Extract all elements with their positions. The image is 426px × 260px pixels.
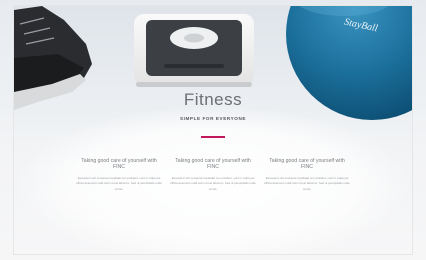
feature-heading: Taking good care of yourself with FINC <box>269 158 345 171</box>
feature-heading: Taking good care of yourself with FINC <box>81 158 157 171</box>
feature-text: Excepteur sint occaecat cupidatat non pr… <box>264 175 350 191</box>
feature-text: Excepteur sint occaecat cupidatat non pr… <box>76 175 162 191</box>
feature-column-3: Taking good care of yourself with FINC E… <box>264 158 350 192</box>
content-area: Fitness SIMPLE FOR EVERYONE Taking good … <box>14 6 412 254</box>
feature-text: Excepteur sint occaecat cupidatat non pr… <box>170 175 256 191</box>
hero-section: StayBall Fitness SIMPLE FOR EVERYONE Tak… <box>14 6 412 254</box>
page-title: Fitness <box>183 90 243 109</box>
accent-divider <box>201 136 225 138</box>
page: StayBall Fitness SIMPLE FOR EVERYONE Tak… <box>0 0 426 260</box>
feature-column-2: Taking good care of yourself with FINC E… <box>170 158 256 192</box>
page-subtitle: SIMPLE FOR EVERYONE <box>179 116 247 121</box>
feature-heading: Taking good care of yourself with FINC <box>175 158 251 171</box>
feature-column-1: Taking good care of yourself with FINC E… <box>76 158 162 192</box>
